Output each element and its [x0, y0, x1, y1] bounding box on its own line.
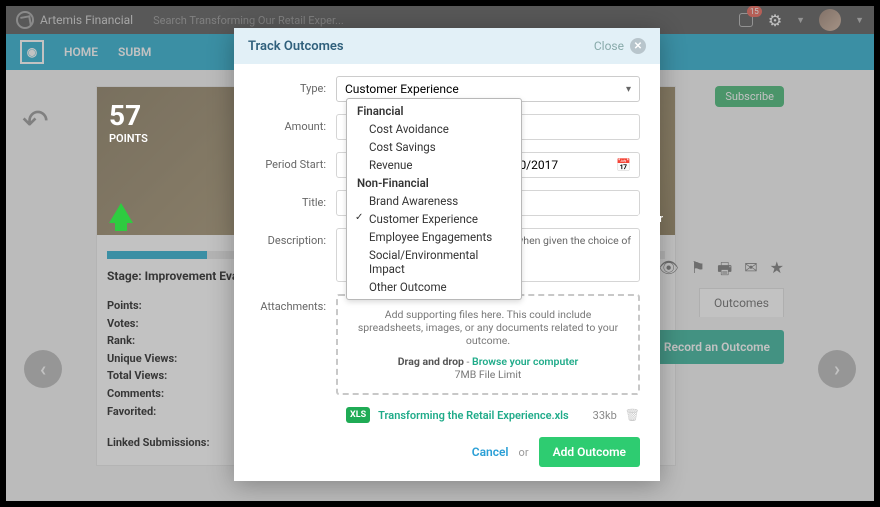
label-type: Type:: [254, 76, 336, 95]
cancel-button[interactable]: Cancel: [472, 445, 509, 459]
label-period-start: Period Start:: [254, 152, 336, 171]
clear-link[interactable]: Clear: [637, 212, 663, 225]
file-name-link[interactable]: Transforming the Retail Experience.xls: [378, 409, 585, 422]
dropzone-text: spreadsheets, images, or any documents r…: [350, 321, 626, 334]
dropdown-item-selected[interactable]: Customer Experience: [347, 210, 521, 228]
drag-drop-text: Drag and drop: [398, 355, 464, 368]
dropdown-group-label: Non-Financial: [347, 174, 521, 192]
dropdown-item[interactable]: Other Outcome: [347, 278, 521, 296]
add-outcome-button[interactable]: Add Outcome: [539, 437, 640, 467]
select-caret-icon: ▾: [626, 84, 631, 95]
file-type-badge: XLS: [346, 407, 370, 423]
close-icon[interactable]: ✕: [630, 38, 646, 54]
attached-file-row: XLS Transforming the Retail Experience.x…: [346, 407, 640, 423]
modal-header: Track Outcomes Close ✕: [234, 28, 660, 64]
dropdown-item[interactable]: Social/Environmental Impact: [347, 246, 521, 278]
or-text: or: [519, 446, 529, 459]
dropdown-item[interactable]: Employee Engagements: [347, 228, 521, 246]
file-size: 33kb: [593, 409, 617, 422]
points-value: 57: [109, 99, 663, 132]
browse-link[interactable]: Browse your computer: [472, 355, 578, 368]
label-attachments: Attachments:: [254, 294, 336, 313]
file-limit-text: 7MB File Limit: [350, 368, 626, 381]
type-select-value: Customer Experience: [345, 82, 459, 96]
delete-file-icon[interactable]: 🗑: [625, 408, 640, 422]
modal-title: Track Outcomes: [248, 39, 344, 54]
dropdown-item[interactable]: Brand Awareness: [347, 192, 521, 210]
label-title: Title:: [254, 190, 336, 209]
attachment-dropzone[interactable]: Add supporting files here. This could in…: [336, 294, 640, 395]
dropzone-text: Add supporting files here. This could in…: [350, 308, 626, 321]
dropzone-text: outcome.: [350, 334, 626, 347]
close-link[interactable]: Close: [594, 39, 624, 53]
upvote-arrow-icon[interactable]: [109, 203, 133, 223]
dropdown-item[interactable]: Revenue: [347, 156, 521, 174]
label-description: Description:: [254, 228, 336, 247]
calendar-icon: 📅: [616, 158, 631, 172]
points-label: POINTS: [109, 132, 663, 145]
